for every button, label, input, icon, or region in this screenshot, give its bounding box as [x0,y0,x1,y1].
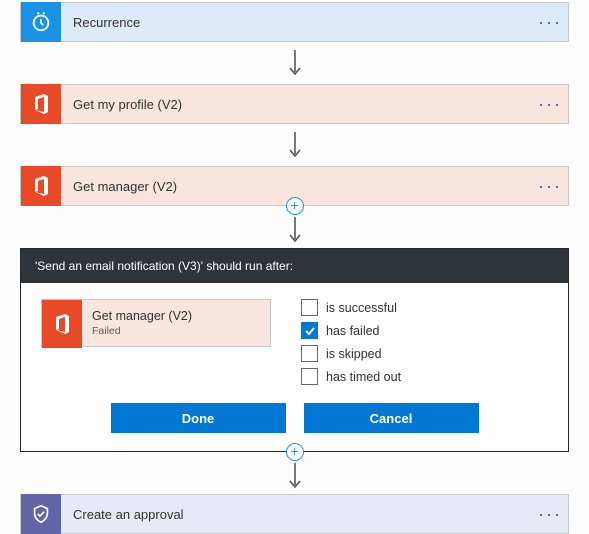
office-icon [42,300,82,348]
checkbox-icon[interactable] [301,299,318,316]
more-menu-button[interactable]: ··· [532,99,568,109]
add-step-button[interactable]: + [286,197,304,215]
connector-arrow [20,42,569,84]
office-icon [21,166,61,206]
connector-arrow [20,124,569,166]
connector-arrow: + [20,206,569,248]
office-icon [21,84,61,124]
option-has-failed[interactable]: has failed [301,322,401,339]
run-after-panel: 'Send an email notification (V3)' should… [20,248,569,452]
option-is-skipped[interactable]: is skipped [301,345,401,362]
option-has-timed-out[interactable]: has timed out [301,368,401,385]
run-after-options: is successful has failed is skipped has … [301,299,401,385]
clock-icon [21,2,61,42]
more-menu-button[interactable]: ··· [532,509,568,519]
step-title: Get my profile (V2) [61,97,532,112]
step-get-my-profile[interactable]: Get my profile (V2) ··· [20,84,569,124]
option-label: has timed out [326,370,401,384]
more-menu-button[interactable]: ··· [532,17,568,27]
option-label: is skipped [326,347,382,361]
step-create-approval[interactable]: Create an approval ··· [20,494,569,534]
cancel-button[interactable]: Cancel [304,403,479,433]
checkbox-icon[interactable] [301,368,318,385]
checkbox-icon[interactable] [301,322,318,339]
predecessor-card[interactable]: Get manager (V2) Failed [41,299,271,347]
step-title: Get manager (V2) [61,179,532,194]
step-title: Recurrence [61,15,532,30]
more-menu-button[interactable]: ··· [532,181,568,191]
card-title: Get manager (V2) [92,309,192,323]
approval-shield-icon [21,494,61,534]
checkbox-icon[interactable] [301,345,318,362]
option-is-successful[interactable]: is successful [301,299,401,316]
connector-arrow: + [20,452,569,494]
done-button[interactable]: Done [111,403,286,433]
option-label: is successful [326,301,397,315]
card-status: Failed [92,325,192,337]
option-label: has failed [326,324,380,338]
step-title: Create an approval [61,507,532,522]
add-step-button[interactable]: + [286,443,304,461]
step-recurrence[interactable]: Recurrence ··· [20,2,569,42]
panel-heading: 'Send an email notification (V3)' should… [21,249,568,283]
